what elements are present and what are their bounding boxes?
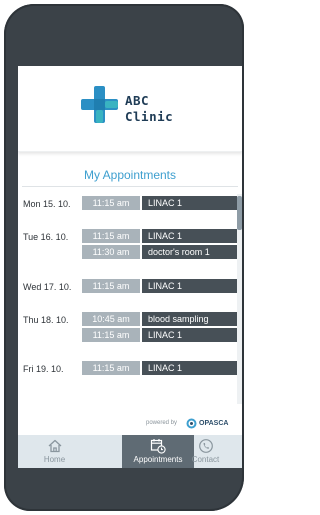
tab-home[interactable]: Home	[18, 435, 91, 468]
day-label: Fri 19. 10.	[23, 364, 64, 374]
calendar-clock-icon	[150, 439, 166, 454]
tab-contact-label: Contact	[191, 455, 220, 464]
appointment-row[interactable]: 10:45 am blood sampling	[82, 312, 237, 326]
tab-contact[interactable]: Contact	[169, 435, 242, 468]
logo-line-2: Clinic	[125, 109, 174, 124]
day-group: Fri 19. 10. 11:15 am LINAC 1	[18, 361, 237, 379]
day-group: Thu 18. 10. 10:45 am blood sampling 11:15 a…	[18, 312, 237, 346]
day-label: Tue 16. 10.	[23, 232, 69, 242]
appointment-time: 11:15 am	[82, 279, 140, 293]
day-group: Wed 17. 10. 11:15 am LINAC 1	[18, 279, 237, 297]
appointment-location: LINAC 1	[142, 229, 237, 243]
opasca-logo: OPASCA	[186, 417, 228, 429]
appointment-time: 11:15 am	[82, 196, 140, 210]
opasca-mark-icon	[186, 418, 197, 428]
title-divider	[22, 186, 238, 187]
appointment-location: blood sampling	[142, 312, 237, 326]
phone-icon	[198, 439, 213, 453]
scrollbar-thumb[interactable]	[237, 196, 242, 230]
day-group: Mon 15. 10. 11:15 am LINAC 1	[18, 196, 237, 214]
appointment-row[interactable]: 11:15 am LINAC 1	[82, 361, 237, 375]
appointment-location: LINAC 1	[142, 328, 237, 342]
day-label: Thu 18. 10.	[23, 315, 69, 325]
appointment-row[interactable]: 11:15 am LINAC 1	[82, 328, 237, 342]
page-title: My Appointments	[83, 168, 177, 182]
appointment-time: 11:30 am	[82, 245, 140, 259]
powered-by-text: powered by	[146, 420, 178, 426]
clinic-logo-text: ABC Clinic	[125, 93, 205, 125]
clinic-cross-logo-icon	[81, 86, 118, 123]
appointment-location: LINAC 1	[142, 196, 237, 210]
logo-line-1: ABC	[125, 93, 150, 108]
day-label: Wed 17. 10.	[23, 282, 72, 292]
appointment-row[interactable]: 11:15 am LINAC 1	[82, 229, 237, 243]
appointment-location: LINAC 1	[142, 361, 237, 375]
appointment-row[interactable]: 11:15 am LINAC 1	[82, 279, 237, 293]
app-header: ABC Clinic	[18, 66, 242, 152]
opasca-brand: OPASCA	[199, 419, 229, 427]
app-screen: ABC Clinic My Appointments Mon 15. 10. 11…	[18, 66, 242, 468]
day-group: Tue 16. 10. 11:15 am LINAC 1 11:30 am doctor…	[18, 229, 237, 263]
appointment-row[interactable]: 11:30 am doctor's room 1	[82, 245, 237, 259]
appointment-location: doctor's room 1	[142, 245, 237, 259]
tab-home-label: Home	[43, 455, 66, 464]
appointment-time: 11:15 am	[82, 361, 140, 375]
day-label: Mon 15. 10.	[23, 199, 71, 209]
appointment-location: LINAC 1	[142, 279, 237, 293]
appointment-time: 11:15 am	[82, 328, 140, 342]
appointment-time: 11:15 am	[82, 229, 140, 243]
device-frame: ABC Clinic My Appointments Mon 15. 10. 11…	[4, 4, 244, 511]
appointment-time: 10:45 am	[82, 312, 140, 326]
tab-bar: Home Appointments Contact	[18, 435, 242, 468]
home-icon	[48, 439, 61, 453]
appointment-row[interactable]: 11:15 am LINAC 1	[82, 196, 237, 210]
